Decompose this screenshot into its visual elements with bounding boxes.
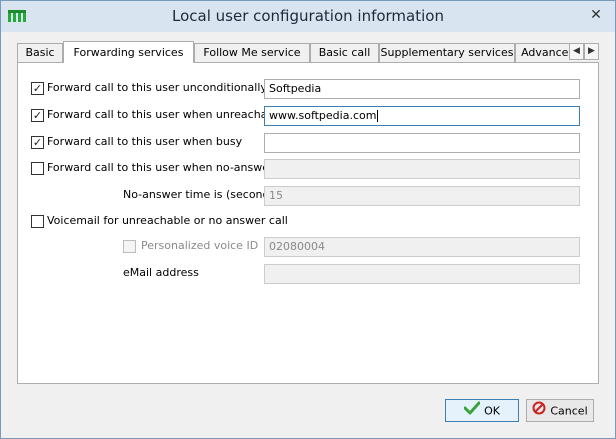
tab-forwarding-services[interactable]: Forwarding services [63,41,194,63]
busy-target-input[interactable] [264,133,580,153]
tab-scroll-right-icon[interactable]: ▶ [584,43,599,60]
check-icon [463,401,481,422]
tab-basic-call[interactable]: Basic call [310,43,379,63]
close-icon[interactable]: ✕ [585,5,607,25]
no-answer-label: Forward call to this user when no-answer [47,161,274,174]
cancel-button-label: Cancel [550,404,588,418]
tab-supplementary-services[interactable]: Supplementary services [379,43,515,63]
email-input[interactable] [264,264,580,284]
unreachable-checkbox[interactable]: ✓ [31,109,44,122]
no-answer-time-label: No-answer time is (seconds) [123,188,280,201]
no-answer-checkbox[interactable] [31,162,44,175]
no-answer-target-input[interactable] [264,159,580,179]
busy-checkbox[interactable]: ✓ [31,136,44,149]
window-title: Local user configuration information [172,7,444,25]
voicemail-checkbox[interactable] [31,215,44,228]
email-label: eMail address [123,266,199,279]
tab-basic[interactable]: Basic [17,43,63,63]
dialog-window: Local user configuration information ✕ B… [0,0,616,439]
cancel-button[interactable]: Cancel [526,399,594,422]
ok-button-label: OK [484,404,500,418]
unconditional-target-input[interactable]: Softpedia [264,79,580,99]
unconditional-checkbox[interactable]: ✓ [31,82,44,95]
text-caret [377,110,379,122]
voice-id-label: Personalized voice ID [141,239,259,252]
unconditional-label: Forward call to this user unconditionall… [47,81,267,94]
voice-id-checkbox[interactable] [123,240,136,253]
unreachable-label: Forward call to this user when unreachab… [47,108,285,121]
busy-label: Forward call to this user when busy [47,135,243,148]
voicemail-label: Voicemail for unreachable or no answer c… [47,214,288,227]
tab-scroll-left-icon[interactable]: ◀ [569,43,584,60]
tab-follow-me-service[interactable]: Follow Me service [194,43,310,63]
tab-bar: Basic Forwarding services Follow Me serv… [17,41,587,63]
ok-button[interactable]: OK [445,399,519,422]
voice-id-input[interactable]: 02080004 [264,237,580,257]
no-answer-time-input[interactable]: 15 [264,186,580,206]
cancel-icon [532,401,546,422]
unreachable-target-value: www.softpedia.com [269,109,377,122]
title-bar: Local user configuration information ✕ [1,1,615,32]
unreachable-target-input[interactable]: www.softpedia.com [264,106,580,126]
